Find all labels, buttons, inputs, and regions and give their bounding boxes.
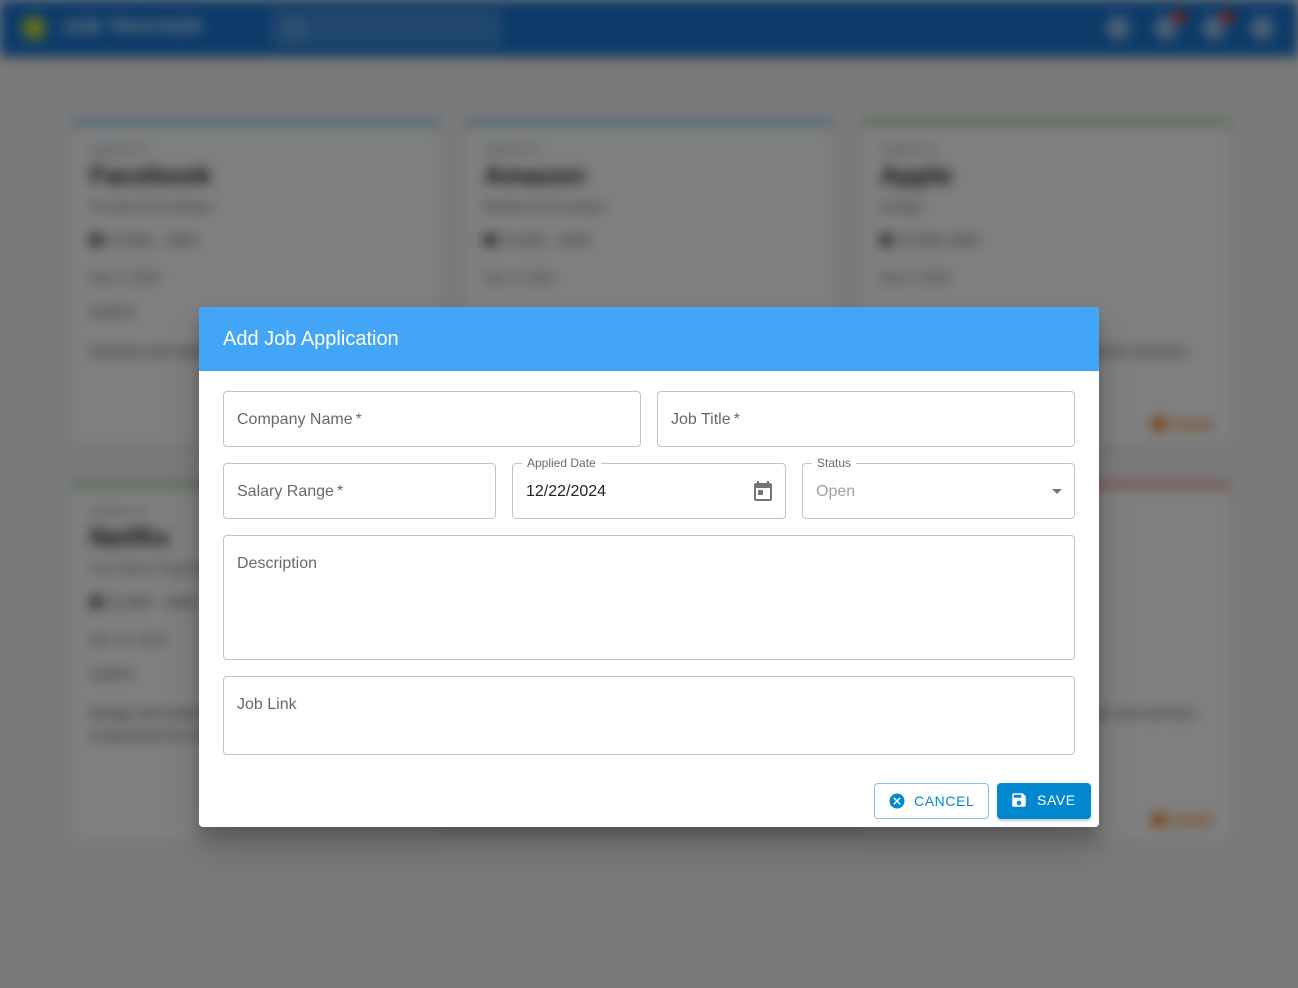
cancel-label: Cancel: [914, 793, 975, 809]
company-name-field[interactable]: Company Name *: [223, 391, 641, 447]
status-select[interactable]: Status Open: [802, 455, 1075, 519]
salary-range-label: Salary Range *: [237, 483, 344, 500]
applied-date-label: Applied Date: [522, 455, 601, 471]
description-field[interactable]: Description: [223, 535, 1075, 660]
calendar-icon[interactable]: [751, 480, 775, 504]
job-title-field[interactable]: Job Title *: [657, 391, 1075, 447]
save-label: Save: [1037, 792, 1076, 808]
salary-range-field[interactable]: Salary Range *: [223, 463, 496, 519]
applied-date-field[interactable]: Applied Date 12/22/2024: [512, 455, 786, 519]
job-title-label: Job Title *: [671, 411, 740, 428]
description-label: Description: [237, 555, 318, 572]
applied-date-value: 12/22/2024: [526, 483, 607, 500]
cancel-icon: [889, 793, 905, 809]
job-link-label: Job Link: [237, 696, 297, 713]
status-label: Status: [812, 455, 857, 471]
cancel-button[interactable]: Cancel: [874, 783, 989, 819]
chevron-down-icon: [1052, 489, 1062, 494]
status-value: Open: [816, 483, 856, 500]
save-button[interactable]: Save: [997, 783, 1091, 819]
dialog-title: Add Job Application: [223, 328, 399, 350]
dialog-header: Add Job Application: [199, 307, 1099, 371]
add-job-dialog: Add Job Application Company Name * Job Ti…: [199, 307, 1099, 827]
save-icon: [1012, 793, 1026, 807]
job-link-field[interactable]: Job Link: [223, 676, 1075, 755]
company-name-label: Company Name *: [237, 411, 362, 428]
